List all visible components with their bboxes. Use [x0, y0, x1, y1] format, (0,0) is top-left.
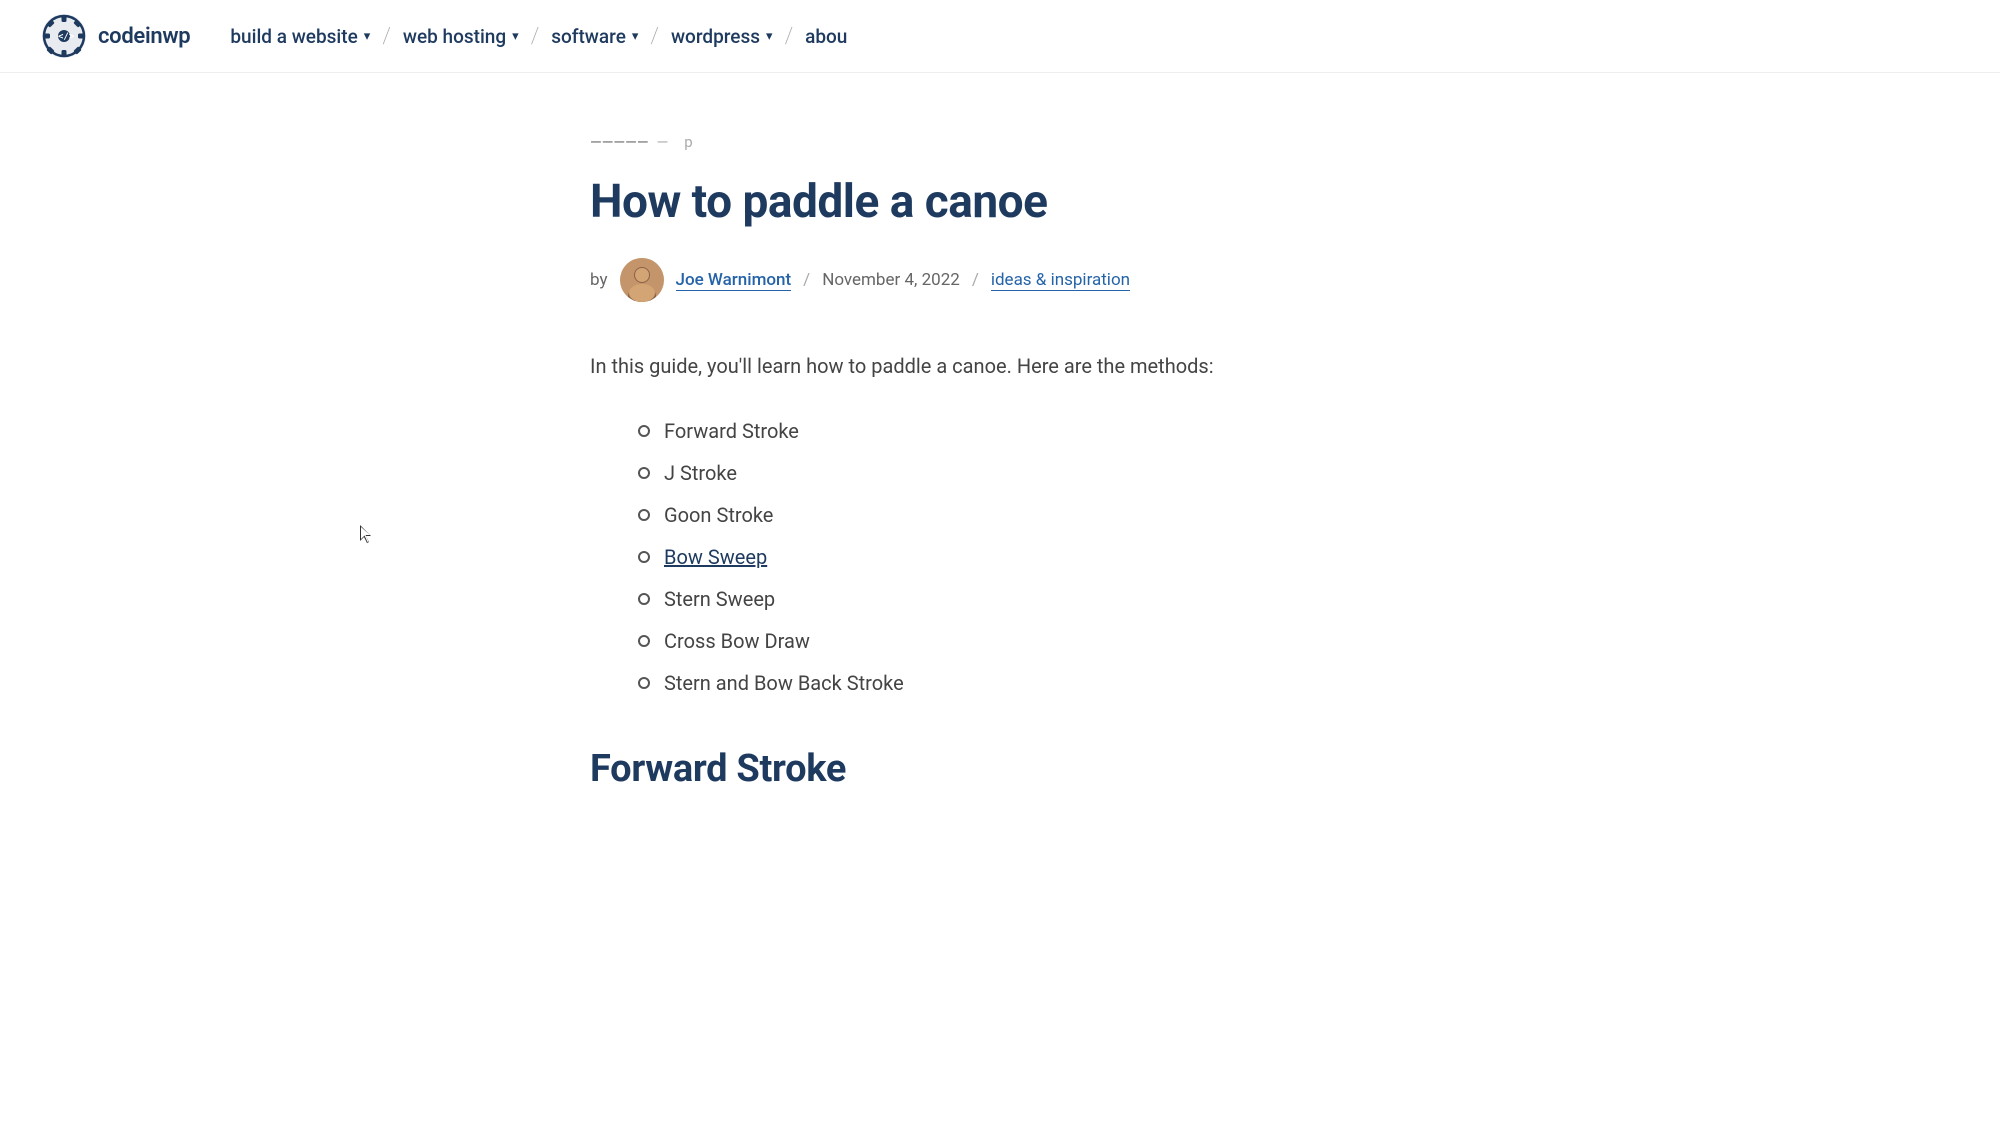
list-bullet-icon	[638, 593, 650, 605]
chevron-down-icon-wordpress: ▾	[766, 29, 773, 44]
nav-label-wordpress: wordpress	[671, 25, 760, 48]
author-by-label: by	[590, 270, 608, 290]
list-item: Stern Sweep	[638, 583, 1410, 615]
mouse-cursor	[360, 525, 376, 541]
list-bullet-icon	[638, 509, 650, 521]
article-title: How to paddle a canoe	[590, 175, 1410, 230]
site-header: </> codeinwp build a website ▾ / web hos…	[0, 0, 2000, 73]
nav-separator-4: /	[785, 24, 794, 49]
post-category-link[interactable]: ideas & inspiration	[991, 270, 1130, 291]
nav-label-about: abou	[805, 25, 847, 48]
list-item-text: Forward Stroke	[664, 415, 799, 447]
nav-separator-1: /	[382, 24, 391, 49]
author-avatar	[620, 258, 664, 302]
logo-icon: </>	[40, 12, 88, 60]
logo-text: codeinwp	[98, 24, 190, 49]
list-bullet-icon	[638, 551, 650, 563]
site-nav: build a website ▾ / web hosting ▾ / soft…	[230, 24, 1960, 49]
meta-separator-category: /	[972, 270, 979, 290]
nav-item-build-website[interactable]: build a website ▾	[230, 25, 370, 48]
nav-item-software[interactable]: software ▾	[551, 25, 638, 48]
nav-item-web-hosting[interactable]: web hosting ▾	[403, 25, 519, 48]
list-bullet-icon	[638, 467, 650, 479]
nav-label-web-hosting: web hosting	[403, 25, 506, 48]
nav-label-build-website: build a website	[230, 25, 357, 48]
main-content: ————— — p How to paddle a canoe by Joe W…	[550, 73, 1450, 873]
nav-item-wordpress[interactable]: wordpress ▾	[671, 25, 773, 48]
site-logo[interactable]: </> codeinwp	[40, 12, 190, 60]
list-item: Forward Stroke	[638, 415, 1410, 447]
list-item-text: Cross Bow Draw	[664, 625, 810, 657]
chevron-down-icon-build-website: ▾	[364, 29, 371, 44]
list-item: Bow Sweep	[638, 541, 1410, 573]
chevron-down-icon-software: ▾	[632, 29, 639, 44]
list-item-text: Stern Sweep	[664, 583, 775, 615]
author-meta: by Joe Warnimont / November 4, 2022 / id…	[590, 258, 1410, 302]
list-item: J Stroke	[638, 457, 1410, 489]
forward-stroke-heading: Forward Stroke	[590, 747, 1410, 793]
intro-paragraph: In this guide, you'll learn how to paddl…	[590, 350, 1410, 383]
list-bullet-icon	[638, 677, 650, 689]
breadcrumb-home[interactable]: —————	[590, 133, 649, 151]
list-item-text: Stern and Bow Back Stroke	[664, 667, 904, 699]
chevron-down-icon-web-hosting: ▾	[512, 29, 519, 44]
bow-sweep-link[interactable]: Bow Sweep	[664, 541, 767, 573]
svg-text:</>: </>	[58, 32, 75, 42]
nav-item-about[interactable]: abou	[805, 25, 847, 48]
nav-separator-3: /	[650, 24, 659, 49]
nav-separator-2: /	[531, 24, 540, 49]
post-date: November 4, 2022	[822, 270, 960, 290]
list-item: Goon Stroke	[638, 499, 1410, 531]
nav-label-software: software	[551, 25, 626, 48]
list-bullet-icon	[638, 635, 650, 647]
list-item-text: Goon Stroke	[664, 499, 773, 531]
author-name-link[interactable]: Joe Warnimont	[676, 270, 792, 291]
list-item: Stern and Bow Back Stroke	[638, 667, 1410, 699]
list-item: Cross Bow Draw	[638, 625, 1410, 657]
list-item-text: J Stroke	[664, 457, 737, 489]
meta-separator-date: /	[803, 270, 810, 290]
list-bullet-icon	[638, 425, 650, 437]
author-avatar-image	[620, 258, 664, 302]
breadcrumb: ————— — p	[590, 133, 1410, 151]
methods-list: Forward Stroke J Stroke Goon Stroke Bow …	[638, 415, 1410, 699]
